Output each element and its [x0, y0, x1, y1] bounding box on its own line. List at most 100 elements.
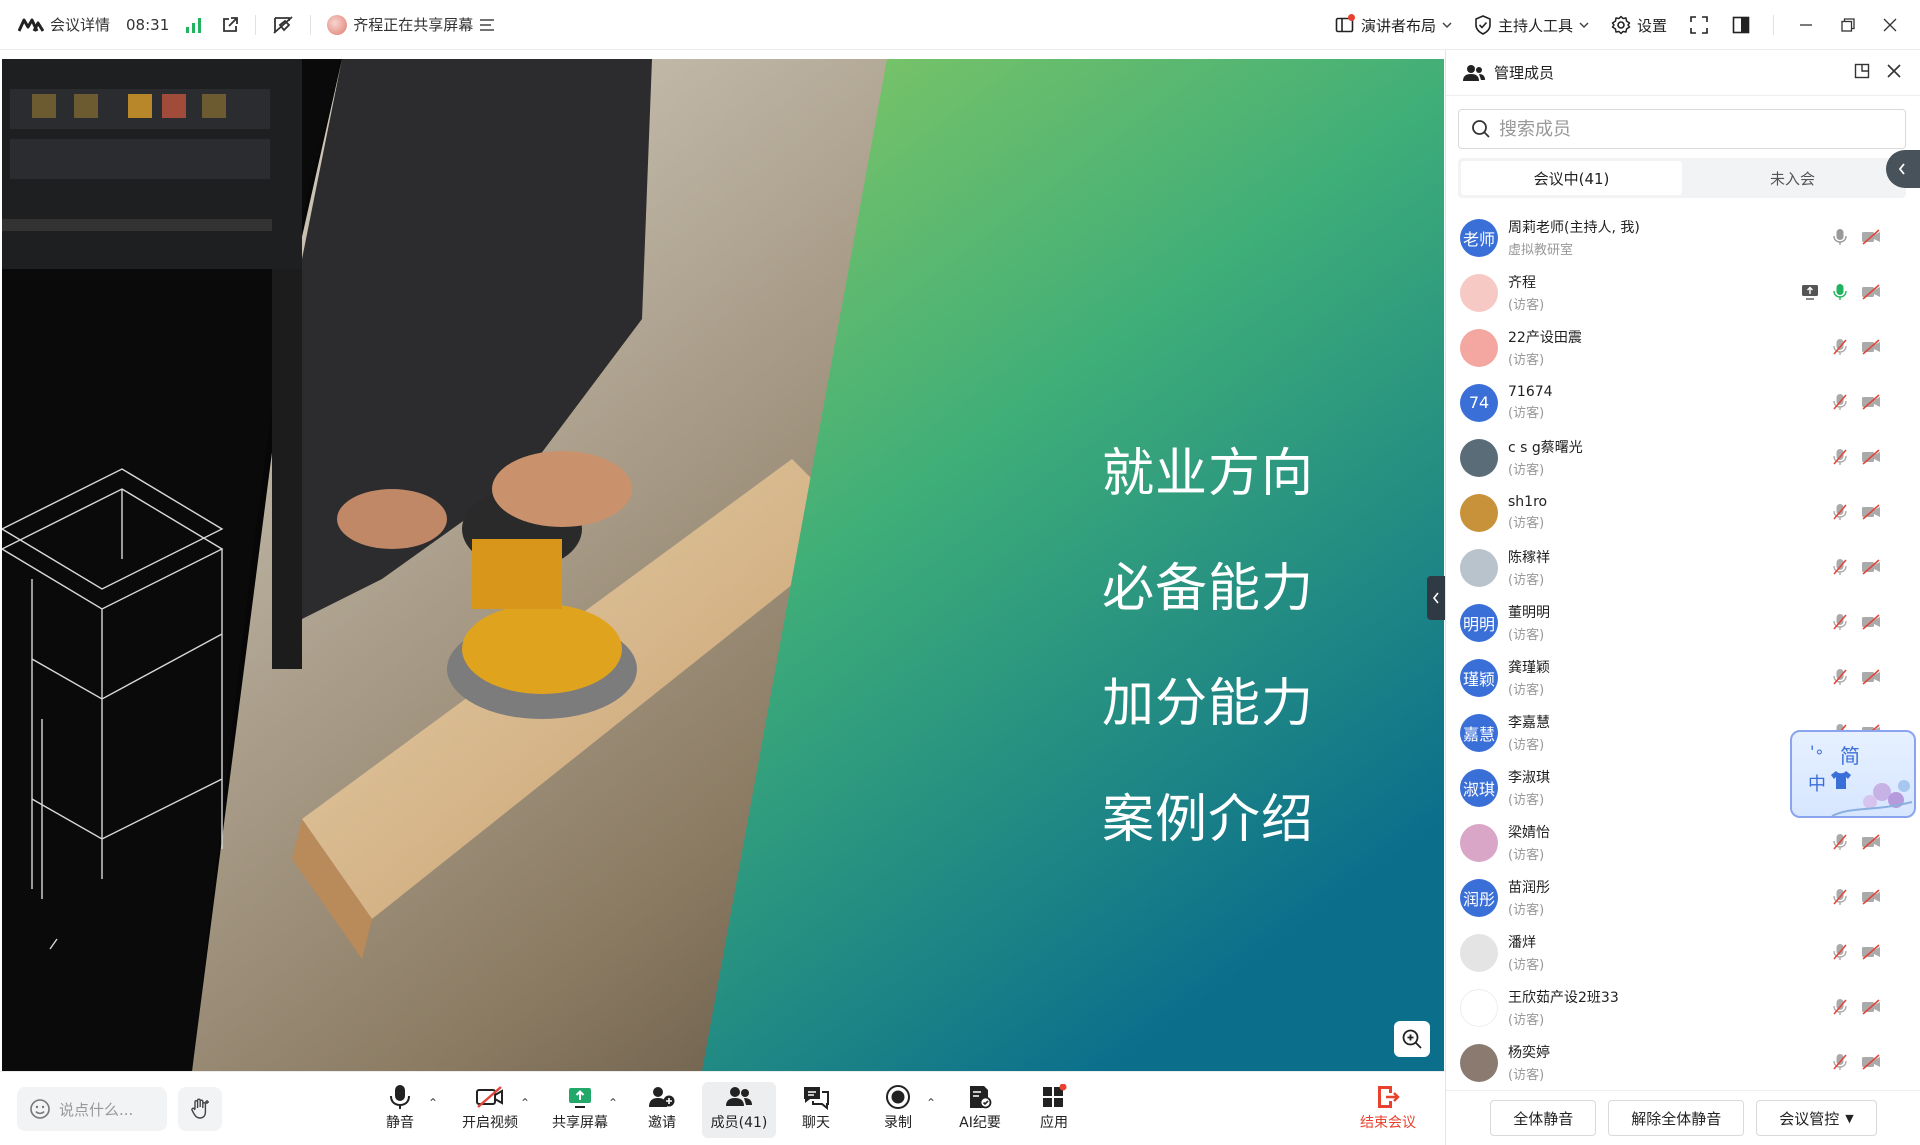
avatar — [1460, 273, 1498, 312]
network-signal-icon[interactable] — [185, 17, 203, 33]
ime-simplified-label: 简 — [1840, 744, 1860, 768]
settings-button[interactable]: 设置 — [1611, 15, 1667, 36]
mic-muted-icon[interactable] — [1833, 1053, 1847, 1071]
ai-notes-button[interactable]: AI纪要 — [955, 1082, 1005, 1138]
camera-off-icon[interactable] — [1861, 559, 1881, 575]
share-options-caret[interactable]: ⌃ — [608, 1096, 618, 1110]
member-role: (访客) — [1508, 903, 1545, 918]
toggle-sidebar-button[interactable] — [1731, 15, 1751, 35]
record-button[interactable]: 录制 — [878, 1082, 918, 1138]
mic-muted-icon[interactable] — [1833, 503, 1847, 521]
close-panel-icon[interactable] — [1886, 63, 1902, 79]
camera-off-icon[interactable] — [1861, 999, 1881, 1015]
member-row[interactable]: 梁婧怡 (访客) — [1446, 815, 1920, 870]
microphone-icon[interactable] — [1833, 228, 1847, 246]
restore-button[interactable] — [1838, 15, 1858, 35]
member-row[interactable]: 齐程 (访客) — [1446, 265, 1920, 320]
expand-sidebar-arrow[interactable] — [1886, 150, 1920, 188]
meeting-details-button[interactable]: 会议详情 — [18, 14, 110, 35]
chat-button[interactable]: 聊天 — [796, 1082, 836, 1138]
zoom-in-button[interactable] — [1394, 1021, 1430, 1057]
end-meeting-button[interactable]: 结束会议 — [1360, 1082, 1416, 1132]
annotation-off-icon[interactable] — [272, 15, 294, 35]
member-row[interactable]: 杨奕婷 (访客) — [1446, 1035, 1920, 1090]
camera-off-icon[interactable] — [1861, 284, 1881, 300]
mic-muted-icon[interactable] — [1833, 448, 1847, 466]
avatar-initials: 嘉慧 — [1462, 724, 1495, 744]
member-row[interactable]: 明明 董明明 (访客) — [1446, 595, 1920, 650]
member-row[interactable]: 潘烊 (访客) — [1446, 925, 1920, 980]
avatar: 74 — [1460, 383, 1498, 422]
start-video-button[interactable]: 开启视频 — [458, 1082, 522, 1138]
camera-off-icon[interactable] — [1861, 394, 1881, 410]
camera-off-icon[interactable] — [1861, 449, 1881, 465]
divider — [1773, 15, 1774, 35]
member-name: 李淑琪 — [1508, 770, 1550, 786]
camera-off-icon[interactable] — [1861, 504, 1881, 520]
camera-off-icon[interactable] — [1861, 614, 1881, 630]
host-tools-button[interactable]: 主持人工具 — [1474, 15, 1589, 36]
presenter-layout-button[interactable]: 演讲者布局 — [1335, 13, 1452, 36]
camera-off-icon[interactable] — [1861, 889, 1881, 905]
mic-muted-icon[interactable] — [1833, 833, 1847, 851]
mute-all-button[interactable]: 全体静音 — [1490, 1100, 1597, 1136]
close-window-button[interactable] — [1880, 15, 1900, 35]
member-name: 齐程 — [1508, 275, 1536, 291]
ime-dot-icon: '∘ — [1810, 742, 1825, 761]
camera-off-icon[interactable] — [1861, 339, 1881, 355]
member-row[interactable]: 王欣茹产设2班33 (访客) — [1446, 980, 1920, 1035]
members-button[interactable]: 成员(41) — [702, 1082, 776, 1138]
invite-label: 邀请 — [648, 1115, 676, 1131]
member-row[interactable]: sh1ro (访客) — [1446, 485, 1920, 540]
popout-icon[interactable] — [221, 16, 239, 34]
mic-muted-icon[interactable] — [1833, 613, 1847, 631]
collapse-panel-tab[interactable] — [1427, 576, 1445, 620]
mic-muted-icon[interactable] — [1833, 668, 1847, 686]
member-role: (访客) — [1508, 353, 1545, 368]
ime-floating-widget[interactable]: '∘ 简 中 — [1790, 730, 1916, 818]
meeting-control-button[interactable]: 会议管控 ▼ — [1756, 1100, 1877, 1136]
share-screen-button[interactable]: 共享屏幕 — [548, 1082, 612, 1138]
search-member-input[interactable] — [1499, 118, 1879, 140]
mic-muted-icon[interactable] — [1833, 393, 1847, 411]
share-status-indicator[interactable]: 齐程正在共享屏幕 — [327, 14, 495, 35]
camera-off-icon[interactable] — [1861, 1054, 1881, 1070]
fullscreen-button[interactable] — [1689, 15, 1709, 35]
tab-in-meeting[interactable]: 会议中(41) — [1461, 161, 1682, 195]
microphone-icon[interactable] — [1833, 283, 1847, 301]
record-options-caret[interactable]: ⌃ — [926, 1096, 936, 1110]
apps-button[interactable]: 应用 — [1034, 1082, 1074, 1138]
mic-muted-icon[interactable] — [1833, 943, 1847, 961]
camera-off-icon[interactable] — [1861, 669, 1881, 685]
member-row[interactable]: 润彤 苗润彤 (访客) — [1446, 870, 1920, 925]
member-name: c s g蔡曙光 — [1508, 440, 1583, 456]
member-row[interactable]: 老师 周莉老师(主持人, 我) 虚拟教研室 — [1446, 210, 1920, 265]
mic-muted-icon[interactable] — [1833, 558, 1847, 576]
mic-muted-icon[interactable] — [1833, 888, 1847, 906]
list-menu-icon[interactable] — [479, 18, 495, 32]
minimize-button[interactable] — [1796, 15, 1816, 35]
member-search[interactable] — [1458, 109, 1906, 149]
member-row[interactable]: c s g蔡曙光 (访客) — [1446, 430, 1920, 485]
member-row[interactable]: 22产设田震 (访客) — [1446, 320, 1920, 375]
shared-screen[interactable]: 就业方向 必备能力 加分能力 案例介绍 — [2, 59, 1444, 1071]
invite-button[interactable]: 邀请 — [642, 1082, 682, 1138]
member-row[interactable]: 74 71674 (访客) — [1446, 375, 1920, 430]
mic-muted-icon[interactable] — [1833, 338, 1847, 356]
member-row[interactable]: 瑾颖 龚瑾颖 (访客) — [1446, 650, 1920, 705]
video-options-caret[interactable]: ⌃ — [520, 1096, 530, 1110]
avatar-initials: 淑琪 — [1462, 779, 1495, 799]
mic-muted-icon[interactable] — [1833, 998, 1847, 1016]
unmute-all-button[interactable]: 解除全体静音 — [1608, 1100, 1745, 1136]
camera-off-icon[interactable] — [1861, 944, 1881, 960]
quick-chat-input[interactable]: 说点什么... — [17, 1087, 167, 1131]
screen-share-status-icon — [1802, 285, 1818, 300]
raise-hand-button[interactable] — [178, 1087, 222, 1131]
popout-panel-icon[interactable] — [1854, 63, 1870, 79]
mute-button[interactable]: 静音 — [380, 1082, 420, 1138]
camera-off-icon[interactable] — [1861, 834, 1881, 850]
camera-off-icon[interactable] — [1861, 229, 1881, 245]
member-row[interactable]: 陈稼祥 (访客) — [1446, 540, 1920, 595]
tab-not-joined[interactable]: 未入会 — [1682, 161, 1903, 195]
mute-options-caret[interactable]: ⌃ — [428, 1096, 438, 1110]
